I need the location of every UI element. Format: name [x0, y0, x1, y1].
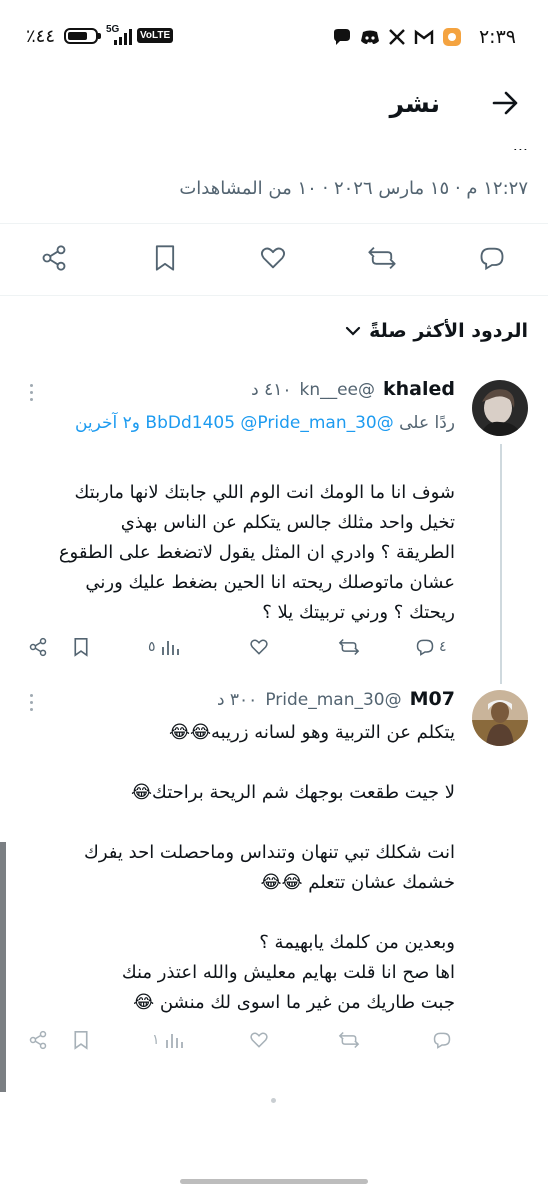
reply-count: ٤	[439, 639, 447, 655]
share-action[interactable]	[28, 1030, 48, 1050]
retweet-icon	[338, 1031, 360, 1049]
reply-text: شوف انا ما الومك انت الوم اللي جابتك لان…	[58, 482, 455, 623]
bookmark-action[interactable]	[72, 1030, 90, 1050]
like-action[interactable]	[248, 1030, 270, 1050]
share-icon[interactable]	[40, 244, 68, 272]
tweet-meta[interactable]: ١٢:٢٧ م · ١٥ مارس ٢٠٢٦ · ١٠ من المشاهدات	[179, 178, 528, 199]
reply-action[interactable]	[431, 1030, 453, 1050]
views-count: ٥	[148, 639, 156, 655]
back-button[interactable]	[490, 88, 520, 118]
more-options-icon[interactable]	[30, 384, 36, 405]
divider	[0, 223, 548, 224]
volte-badge: VoLTE	[137, 28, 174, 43]
thread-line	[500, 444, 502, 684]
scroll-indicator	[0, 842, 6, 1092]
others-link[interactable]: و٢ آخرين	[75, 413, 140, 433]
tweet-text-fragment: ...	[512, 136, 528, 150]
reply-card[interactable]: khaled @kn__ee ٤١٠ د ردًا على @BbDd1405 …	[0, 370, 548, 670]
reply-header: khaled @kn__ee ٤١٠ د	[251, 378, 455, 400]
reply-card[interactable]: M07 @Pride_man_30 ٣٠٠ د يتكلم عن التربية…	[0, 680, 548, 1060]
avatar[interactable]	[472, 380, 528, 436]
chevron-down-icon	[345, 325, 361, 337]
chat-bubble-icon	[332, 28, 352, 46]
display-name[interactable]: khaled	[383, 378, 455, 400]
avatar[interactable]	[472, 690, 528, 746]
battery-percent: ٪٤٤	[26, 26, 56, 47]
status-time: ٢:٣٩	[478, 26, 516, 48]
views-count: ١	[152, 1032, 160, 1048]
sort-label: الردود الأكثر صلةً	[369, 320, 528, 342]
reply-header: M07 @Pride_man_30 ٣٠٠ د	[217, 688, 455, 710]
handle[interactable]: @Pride_man_30	[265, 690, 401, 710]
views-action[interactable]: ١	[152, 1030, 186, 1050]
retweet-icon	[338, 638, 360, 656]
handle[interactable]: @kn__ee	[299, 380, 375, 400]
replying-prefix: ردًا على	[399, 413, 455, 433]
like-icon[interactable]	[259, 244, 287, 272]
like-icon	[250, 639, 268, 655]
app-notification-icon	[442, 27, 462, 47]
like-icon	[250, 1032, 268, 1048]
arrow-right-icon	[492, 91, 518, 115]
status-bar: ٢:٣٩ VoLTE 5G ٪٤٤	[0, 0, 548, 70]
bookmark-icon	[74, 1031, 88, 1050]
like-action[interactable]	[248, 637, 270, 657]
divider	[0, 295, 548, 296]
display-name[interactable]: M07	[410, 688, 455, 710]
replying-to: ردًا على @BbDd1405 @Pride_man_30 و٢ آخري…	[35, 410, 455, 436]
timestamp: ٤١٠ د	[251, 380, 292, 400]
battery-icon	[64, 28, 98, 44]
tweet-action-bar	[0, 240, 548, 280]
battery-tip	[98, 33, 101, 39]
views-action[interactable]: ٥	[148, 637, 182, 657]
timestamp: ٣٠٠ د	[216, 690, 258, 710]
x-logo-icon	[388, 28, 406, 46]
discord-icon	[360, 29, 380, 45]
views-icon	[161, 641, 179, 655]
page-title: نشر	[389, 89, 440, 118]
gmail-icon	[414, 29, 434, 45]
reply-icon	[416, 639, 434, 656]
home-indicator[interactable]	[180, 1179, 368, 1184]
loading-dot	[271, 1098, 276, 1103]
retweet-action[interactable]	[338, 637, 360, 657]
share-icon	[29, 1030, 47, 1050]
notification-icons	[332, 27, 462, 47]
signal-icon	[108, 28, 134, 46]
mention-links[interactable]: @BbDd1405 @Pride_man_30	[145, 413, 393, 433]
reply-text: يتكلم عن التربية وهو لسانه زريبه😂😂 لا جي…	[84, 722, 455, 1013]
retweet-icon[interactable]	[367, 244, 397, 272]
bookmark-icon[interactable]	[152, 244, 178, 272]
bookmark-action[interactable]	[72, 637, 90, 657]
reply-icon	[433, 1032, 451, 1049]
reply-action[interactable]: ٤	[415, 637, 447, 657]
bookmark-icon	[74, 638, 88, 657]
share-action[interactable]	[28, 637, 48, 657]
views-icon	[165, 1034, 183, 1048]
sort-replies-button[interactable]: الردود الأكثر صلةً	[345, 320, 528, 342]
reply-icon[interactable]	[478, 244, 506, 272]
share-icon	[29, 637, 47, 657]
retweet-action[interactable]	[338, 1030, 360, 1050]
more-options-icon[interactable]	[30, 694, 36, 715]
